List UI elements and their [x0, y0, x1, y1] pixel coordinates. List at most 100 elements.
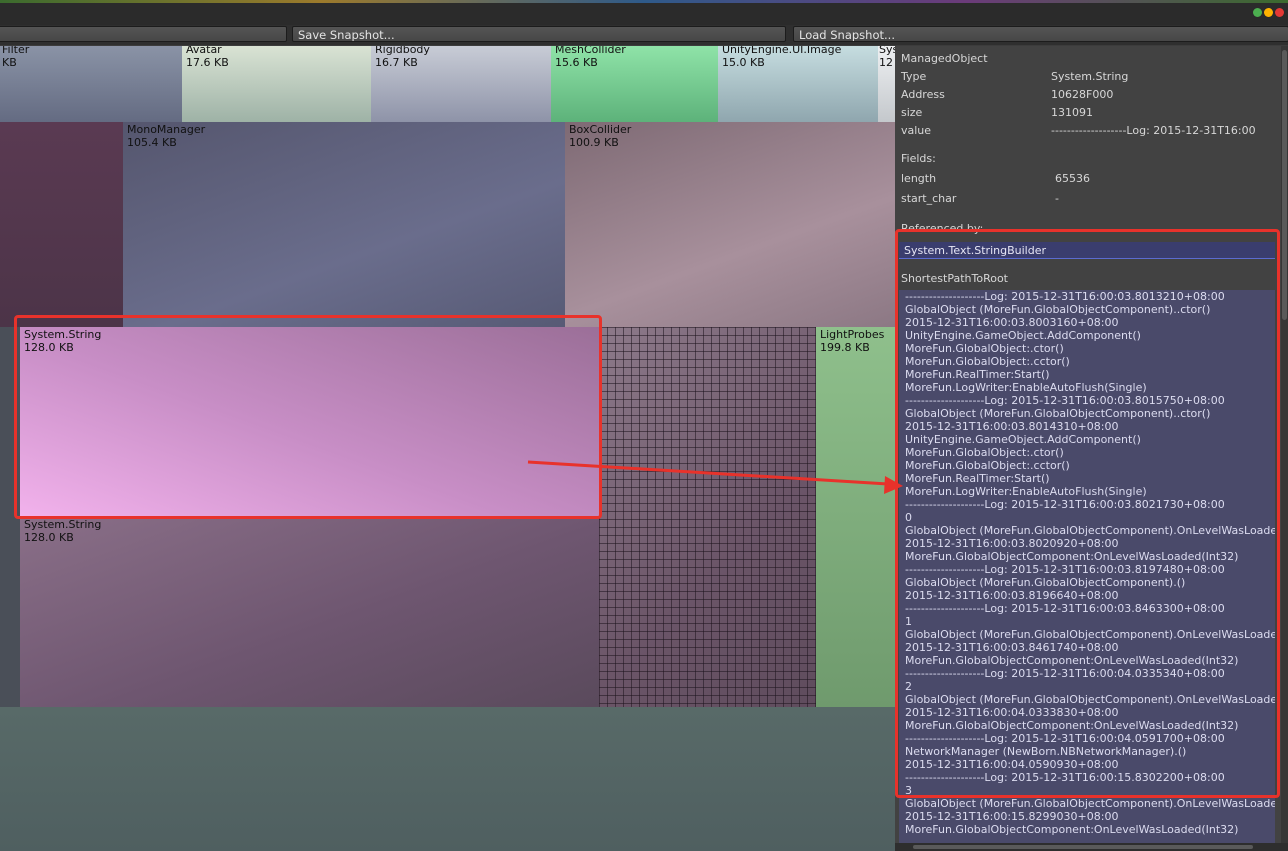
treemap-cell-size: 17.6 KB — [186, 56, 229, 69]
path-line: NetworkManager (NewBorn.NBNetworkManager… — [905, 745, 1187, 758]
path-line: --------------------Log: 2015-12-31T16:0… — [905, 771, 1225, 784]
path-line: GlobalObject (MoreFun.GlobalObjectCompon… — [905, 407, 1211, 420]
path-line: 0 — [905, 511, 912, 524]
treemap-cell-size: 199.8 KB — [820, 341, 870, 354]
treemap-cell-boxcollider[interactable]: BoxCollider 100.9 KB — [565, 122, 895, 327]
prop-value: 10628F000 — [1051, 88, 1114, 101]
path-line: MoreFun.RealTimer:Start() — [905, 472, 1050, 485]
treemap-cell-name: LightProbes — [820, 328, 885, 341]
treemap-cell-size: 15.6 KB — [555, 56, 598, 69]
scroll-thumb[interactable] — [1282, 50, 1287, 320]
prop-value: -------------------Log: 2015-12-31T16:00 — [1051, 124, 1256, 137]
path-line: 2015-12-31T16:00:03.8003160+08:00 — [905, 316, 1119, 329]
path-line: --------------------Log: 2015-12-31T16:0… — [905, 498, 1225, 511]
path-line: 3 — [905, 784, 912, 797]
path-line: 2015-12-31T16:00:04.0590930+08:00 — [905, 758, 1119, 771]
close-dot-icon[interactable] — [1275, 8, 1284, 17]
memory-treemap: Filter KB Avatar 17.6 KB Rigidbody 16.7 KB … — [0, 46, 895, 851]
shortest-path-list[interactable]: --------------------Log: 2015-12-31T16:0… — [899, 290, 1275, 850]
treemap-cell-name: Sys — [879, 46, 895, 56]
prop-key: size — [901, 106, 923, 119]
path-line: --------------------Log: 2015-12-31T16:0… — [905, 563, 1225, 576]
referenced-by-label: Referenced by: — [901, 222, 984, 235]
window-controls — [1253, 8, 1284, 17]
save-snapshot-button[interactable]: Save Snapshot... — [292, 26, 786, 42]
treemap-cell-system-string[interactable]: System.String 128.0 KB — [20, 517, 599, 707]
field-key: start_char — [901, 192, 957, 205]
treemap-cell-name: Filter — [2, 46, 30, 56]
treemap-cell-name: Avatar — [186, 46, 222, 56]
path-line: --------------------Log: 2015-12-31T16:0… — [905, 394, 1225, 407]
path-line: UnityEngine.GameObject.AddComponent() — [905, 433, 1141, 446]
path-line: --------------------Log: 2015-12-31T16:0… — [905, 732, 1225, 745]
path-line: 2015-12-31T16:00:03.8020920+08:00 — [905, 537, 1119, 550]
path-line: GlobalObject (MoreFun.GlobalObjectCompon… — [905, 576, 1186, 589]
treemap-cell-name: MeshCollider — [555, 46, 626, 56]
field-value: 65536 — [1055, 172, 1090, 185]
maximize-dot-icon[interactable] — [1253, 8, 1262, 17]
treemap-cell-unlabeled[interactable] — [0, 122, 123, 327]
inspector-panel: ManagedObject Type System.String Address… — [895, 46, 1288, 851]
treemap-cell-ui-image[interactable]: UnityEngine.UI.Image 15.0 KB — [718, 46, 878, 122]
treemap-cell-size: 100.9 KB — [569, 136, 619, 149]
treemap-cell-size: 128.0 KB — [24, 341, 74, 354]
toolbar-left-field[interactable] — [0, 26, 287, 42]
window-title-bar — [0, 3, 1288, 25]
path-line: 2015-12-31T16:00:04.0333830+08:00 — [905, 706, 1119, 719]
path-line: GlobalObject (MoreFun.GlobalObjectCompon… — [905, 628, 1275, 641]
treemap-cell-size: 105.4 KB — [127, 136, 177, 149]
treemap-cell-lightprobes[interactable]: LightProbes 199.8 KB — [816, 327, 895, 707]
path-line: MoreFun.GlobalObject:.cctor() — [905, 459, 1070, 472]
treemap-cell-fragmented-grid[interactable] — [599, 327, 816, 707]
path-line: GlobalObject (MoreFun.GlobalObjectCompon… — [905, 524, 1275, 537]
treemap-cell-bottom[interactable] — [0, 707, 895, 851]
path-line: MoreFun.GlobalObjectComponent:OnLevelWas… — [905, 654, 1239, 667]
path-line: 2015-12-31T16:00:03.8196640+08:00 — [905, 589, 1119, 602]
treemap-cell-size: KB — [2, 56, 17, 69]
inspector-vertical-scrollbar[interactable] — [1281, 46, 1288, 851]
treemap-cell-name: MonoManager — [127, 123, 206, 136]
prop-key: Address — [901, 88, 945, 101]
path-line: MoreFun.LogWriter:EnableAutoFlush(Single… — [905, 485, 1147, 498]
path-line: GlobalObject (MoreFun.GlobalObjectCompon… — [905, 303, 1211, 316]
inspector-horizontal-scrollbar[interactable] — [895, 843, 1288, 851]
treemap-cell-monomanager[interactable]: MonoManager 105.4 KB — [123, 122, 565, 327]
path-line: MoreFun.GlobalObject:.ctor() — [905, 342, 1064, 355]
prop-key: Type — [901, 70, 927, 83]
treemap-cell-size: 15.0 KB — [722, 56, 765, 69]
path-line: 2015-12-31T16:00:03.8461740+08:00 — [905, 641, 1119, 654]
treemap-cell-rigidbody[interactable]: Rigidbody 16.7 KB — [371, 46, 551, 122]
path-line: MoreFun.GlobalObject:.ctor() — [905, 446, 1064, 459]
referenced-by-item[interactable]: System.Text.StringBuilder — [899, 242, 1275, 259]
treemap-cell-left-strip[interactable] — [0, 327, 20, 707]
treemap-cell-name: UnityEngine.UI.Image — [722, 46, 842, 56]
treemap-cell-system-string-selected[interactable]: System.String 128.0 KB — [20, 327, 599, 517]
path-line: --------------------Log: 2015-12-31T16:0… — [905, 290, 1225, 303]
minimize-dot-icon[interactable] — [1264, 8, 1273, 17]
path-line: MoreFun.GlobalObjectComponent:OnLevelWas… — [905, 823, 1239, 836]
treemap-cell-sys[interactable]: Sys12 — [878, 46, 895, 122]
shortest-path-label: ShortestPathToRoot — [901, 272, 1008, 285]
fields-label: Fields: — [901, 152, 936, 165]
path-line: 1 — [905, 615, 912, 628]
prop-value: System.String — [1051, 70, 1129, 83]
scroll-thumb[interactable] — [913, 845, 1253, 849]
prop-row-value: value -------------------Log: 2015-12-31… — [901, 123, 1281, 139]
treemap-cell-size: 16.7 KB — [375, 56, 418, 69]
path-line: 2015-12-31T16:00:15.8299030+08:00 — [905, 810, 1119, 823]
treemap-cell-avatar[interactable]: Avatar 17.6 KB — [182, 46, 371, 122]
treemap-cell-meshcollider[interactable]: MeshCollider 15.6 KB — [551, 46, 718, 122]
field-key: length — [901, 172, 937, 185]
load-snapshot-button[interactable]: Load Snapshot... — [793, 26, 1288, 42]
object-kind-label: ManagedObject — [901, 52, 988, 65]
treemap-cell-size: 128.0 KB — [24, 531, 74, 544]
treemap-cell-name: System.String — [24, 328, 102, 341]
treemap-cell-filter[interactable]: Filter KB — [0, 46, 182, 122]
prop-value: 131091 — [1051, 106, 1093, 119]
path-line: MoreFun.LogWriter:EnableAutoFlush(Single… — [905, 381, 1147, 394]
prop-key: value — [901, 124, 932, 137]
treemap-cell-size: 12 — [879, 56, 893, 69]
treemap-cell-name: Rigidbody — [375, 46, 430, 56]
path-line: UnityEngine.GameObject.AddComponent() — [905, 329, 1141, 342]
path-line: GlobalObject (MoreFun.GlobalObjectCompon… — [905, 797, 1275, 810]
